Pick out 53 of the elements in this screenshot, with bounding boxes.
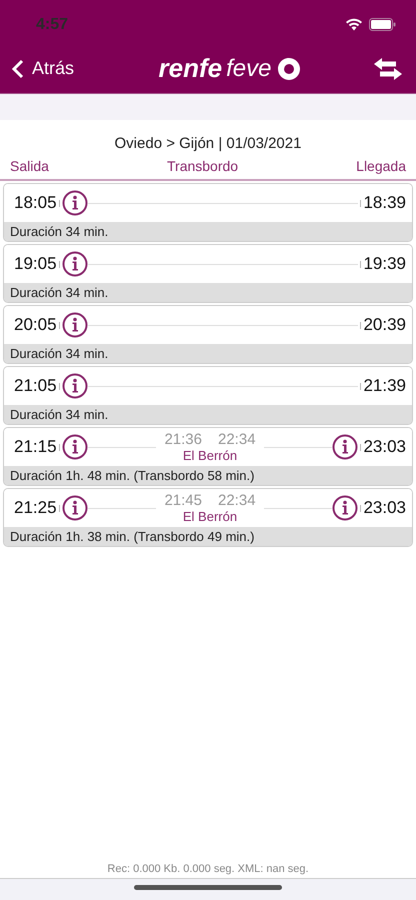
route-title: Oviedo > Gijón | 01/03/2021	[114, 135, 302, 152]
transfer-station: El Berrón	[182, 509, 238, 524]
transfer-arrival-time: 21:45	[164, 492, 202, 509]
trip-card[interactable]: 21:15 21:36 22:34 El Berrón 23:03 Duración 1h. 48 min. (Transbordo 58 min.)	[3, 427, 413, 486]
status-time: 4:57	[36, 15, 68, 34]
duration-label: Duración 34 min.	[4, 405, 412, 424]
footer-stats: Rec: 0.000 Kb. 0.000 seg. XML: nan seg.	[106, 863, 310, 877]
trip-card[interactable]: 21:25 21:45 22:34 El Berrón 23:03 Duración 1h. 38 min. (Transbordo 49 min.)	[3, 488, 413, 547]
info-icon[interactable]	[332, 495, 358, 521]
logo-icon	[277, 56, 302, 80]
chevron-left-icon	[12, 58, 24, 78]
column-header: Llegada	[356, 158, 406, 174]
departure-time: 18:05	[14, 193, 57, 213]
duration-label: Duración 1h. 48 min. (Transbordo 58 min.)	[4, 466, 412, 485]
duration-label: Duración 1h. 38 min. (Transbordo 49 min.)	[4, 527, 412, 546]
info-icon[interactable]	[332, 434, 358, 460]
duration-label: Duración 34 min.	[4, 283, 412, 302]
transfer-arrival-time: 21:36	[164, 431, 202, 448]
column-header: Salida	[10, 158, 49, 174]
info-icon[interactable]	[62, 190, 88, 216]
logo: renfe feve	[158, 53, 302, 84]
back-button[interactable]: Atrás	[12, 58, 74, 79]
transfer-departure-time: 22:34	[218, 492, 256, 509]
column-header: Transbordo	[167, 158, 238, 174]
info-icon[interactable]	[62, 251, 88, 277]
info-icon[interactable]	[62, 495, 88, 521]
swap-arrows-icon	[372, 56, 404, 80]
trip-card[interactable]: 19:05 19:39 Duración 34 min.	[3, 244, 413, 303]
duration-label: Duración 34 min.	[4, 222, 412, 241]
arrival-time: 20:39	[363, 315, 406, 335]
departure-time: 21:25	[14, 498, 57, 518]
trip-card[interactable]: 21:05 21:39 Duración 34 min.	[3, 366, 413, 425]
info-icon[interactable]	[62, 434, 88, 460]
departure-time: 21:05	[14, 376, 57, 396]
departure-time: 19:05	[14, 254, 57, 274]
wifi-icon	[345, 18, 363, 30]
arrival-time: 18:39	[363, 193, 406, 213]
transfer-station: El Berrón	[182, 448, 238, 463]
back-label: Atrás	[32, 58, 74, 79]
arrival-time: 23:03	[363, 498, 406, 518]
trip-card[interactable]: 20:05 20:39 Duración 34 min.	[3, 305, 413, 364]
swap-button[interactable]	[372, 56, 404, 80]
transfer-departure-time: 22:34	[218, 431, 256, 448]
arrival-time: 19:39	[363, 254, 406, 274]
battery-icon	[369, 18, 396, 30]
arrival-time: 21:39	[363, 376, 406, 396]
arrival-time: 23:03	[363, 437, 406, 457]
info-icon[interactable]	[62, 312, 88, 338]
duration-label: Duración 34 min.	[4, 344, 412, 363]
departure-time: 21:15	[14, 437, 57, 457]
departure-time: 20:05	[14, 315, 57, 335]
info-icon[interactable]	[62, 373, 88, 399]
trip-card[interactable]: 18:05 18:39 Duración 34 min.	[3, 183, 413, 242]
